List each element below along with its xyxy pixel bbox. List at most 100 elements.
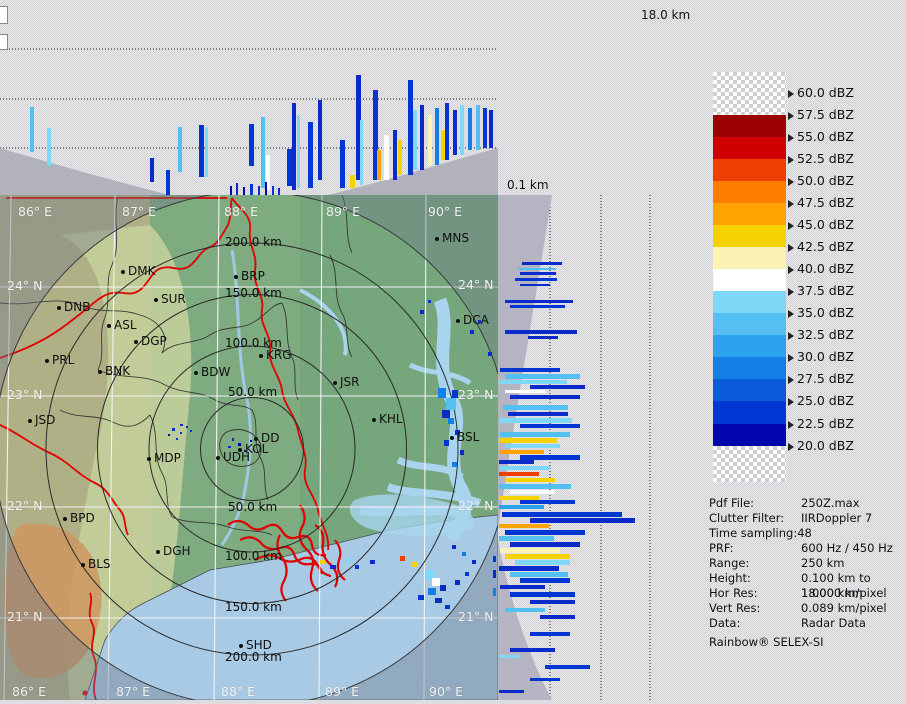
tick-arrow-icon: [788, 111, 794, 120]
radar-echo-bar: [500, 548, 560, 553]
metadata-value: 1.000 km/pixel: [801, 586, 887, 600]
radar-echo-bar: [400, 556, 405, 561]
legend-tick: 27.5 dBZ: [788, 373, 854, 386]
radar-echo-bar: [428, 300, 431, 303]
city-label: DCA: [456, 314, 489, 326]
radar-echo-bar: [499, 536, 554, 541]
radar-echo-bar: [292, 103, 296, 190]
metadata-label: PRF:: [709, 541, 734, 555]
city-label: DGP: [134, 335, 167, 347]
radar-echo-bar: [199, 125, 204, 177]
clipped-label-artifact: [0, 34, 8, 50]
tick-arrow-icon: [788, 243, 794, 252]
city-dot: [134, 339, 138, 344]
radar-echo-bar: [318, 100, 322, 180]
radar-echo-bar: [500, 585, 545, 589]
city-label: BNK: [98, 365, 130, 377]
radar-echo-bar: [150, 158, 154, 182]
legend-band: [713, 357, 786, 380]
legend-tick: 22.5 dBZ: [788, 417, 854, 431]
legend-band: [713, 401, 786, 424]
metadata-row: Hor Res: 1.000 km/pixel: [709, 586, 899, 601]
tick-arrow-icon: [788, 332, 794, 341]
radar-echo-bar: [355, 565, 359, 569]
city-dot: [194, 370, 198, 375]
longitude-label: 90° E: [428, 204, 463, 219]
radar-echo-bar: [510, 395, 580, 399]
metadata-value: 250Z.max: [801, 496, 860, 510]
radar-echo-bar: [499, 472, 539, 476]
metadata-row: Time sampling:48: [709, 526, 899, 541]
radar-echo-bar: [330, 565, 336, 569]
radar-echo-bar: [505, 554, 570, 559]
radar-echo-bar: [510, 305, 565, 308]
top-panel-echoes: [0, 0, 498, 195]
radar-echo-bar: [345, 558, 350, 562]
city-dot: [372, 417, 376, 422]
longitude-label: 89° E: [325, 684, 360, 699]
latitude-label: 24° N: [458, 277, 494, 292]
radar-echo-bar: [530, 385, 585, 389]
range-ring-label: 100.0 km: [225, 549, 282, 563]
radar-echo-bar: [412, 562, 418, 567]
radar-echo-bar: [508, 412, 568, 416]
radar-echo-bar: [499, 524, 549, 528]
radar-echo-bar: [520, 284, 550, 286]
metadata-value: 48: [797, 526, 812, 540]
tick-arrow-icon: [788, 376, 794, 385]
legend-tick: 42.5 dBZ: [788, 240, 854, 254]
city-label: BDW: [194, 366, 230, 378]
radar-echo-bar: [444, 440, 449, 446]
longitude-label: 88° E: [221, 684, 256, 699]
city-label: SUR: [154, 293, 186, 305]
city-dot: [28, 418, 32, 423]
radar-echo-bar: [413, 110, 417, 170]
range-ring-label: 50.0 km: [228, 500, 278, 514]
radar-echo-bar: [472, 560, 476, 564]
tick-arrow-icon: [788, 288, 794, 297]
radar-echo-bar: [393, 130, 397, 180]
legend-tick: 57.5 dBZ: [788, 108, 854, 122]
legend-band: [713, 291, 786, 314]
city-dot: [147, 456, 151, 461]
radar-echo-bar: [420, 310, 424, 314]
city-dot: [121, 269, 125, 274]
radar-echo-bar: [499, 484, 571, 489]
city-label: MDP: [147, 452, 181, 464]
legend-tick: 35.0 dBZ: [788, 307, 854, 320]
product-metadata: Pdf File: 250Z.max Clutter Filter: IIRDoppl…: [709, 496, 899, 650]
radar-echo-bar: [190, 430, 192, 432]
top-height-profile-panel: [0, 0, 498, 195]
radar-echo-bar: [297, 115, 300, 188]
radar-echo-bar: [510, 648, 555, 652]
city-dot: [63, 516, 67, 521]
radar-echo-bar: [205, 127, 208, 177]
clipped-label-artifact: [0, 6, 8, 24]
radar-echo-bar: [520, 424, 580, 428]
range-ring-label: 150.0 km: [225, 600, 282, 614]
radar-echo-bar: [530, 678, 560, 681]
city-label: DGH: [156, 545, 191, 557]
radar-echo-bar: [428, 588, 436, 595]
radar-echo-bar: [186, 426, 188, 428]
legend-band: [713, 180, 786, 203]
latitude-label: 24° N: [7, 278, 43, 293]
radar-echo-bar: [172, 428, 175, 431]
radar-echo-bar: [468, 108, 472, 150]
tick-arrow-icon: [788, 177, 794, 186]
radar-echo-bar: [505, 444, 560, 448]
radar-echo-bar: [530, 518, 635, 523]
legend-band: [713, 158, 786, 181]
metadata-label: Time sampling:: [709, 526, 798, 540]
radar-echo-bar: [505, 374, 580, 379]
tick-arrow-icon: [788, 354, 794, 363]
radar-echo-bar: [502, 512, 622, 517]
radar-echo-bar: [340, 140, 345, 188]
city-dot: [154, 297, 158, 302]
legend-band: [713, 335, 786, 358]
longitude-label: 87° E: [116, 684, 151, 699]
radar-echo-bar: [500, 466, 550, 470]
radar-echo-bar: [499, 450, 544, 454]
metadata-label: Vert Res:: [709, 601, 761, 615]
radar-echo-bar: [545, 665, 590, 669]
